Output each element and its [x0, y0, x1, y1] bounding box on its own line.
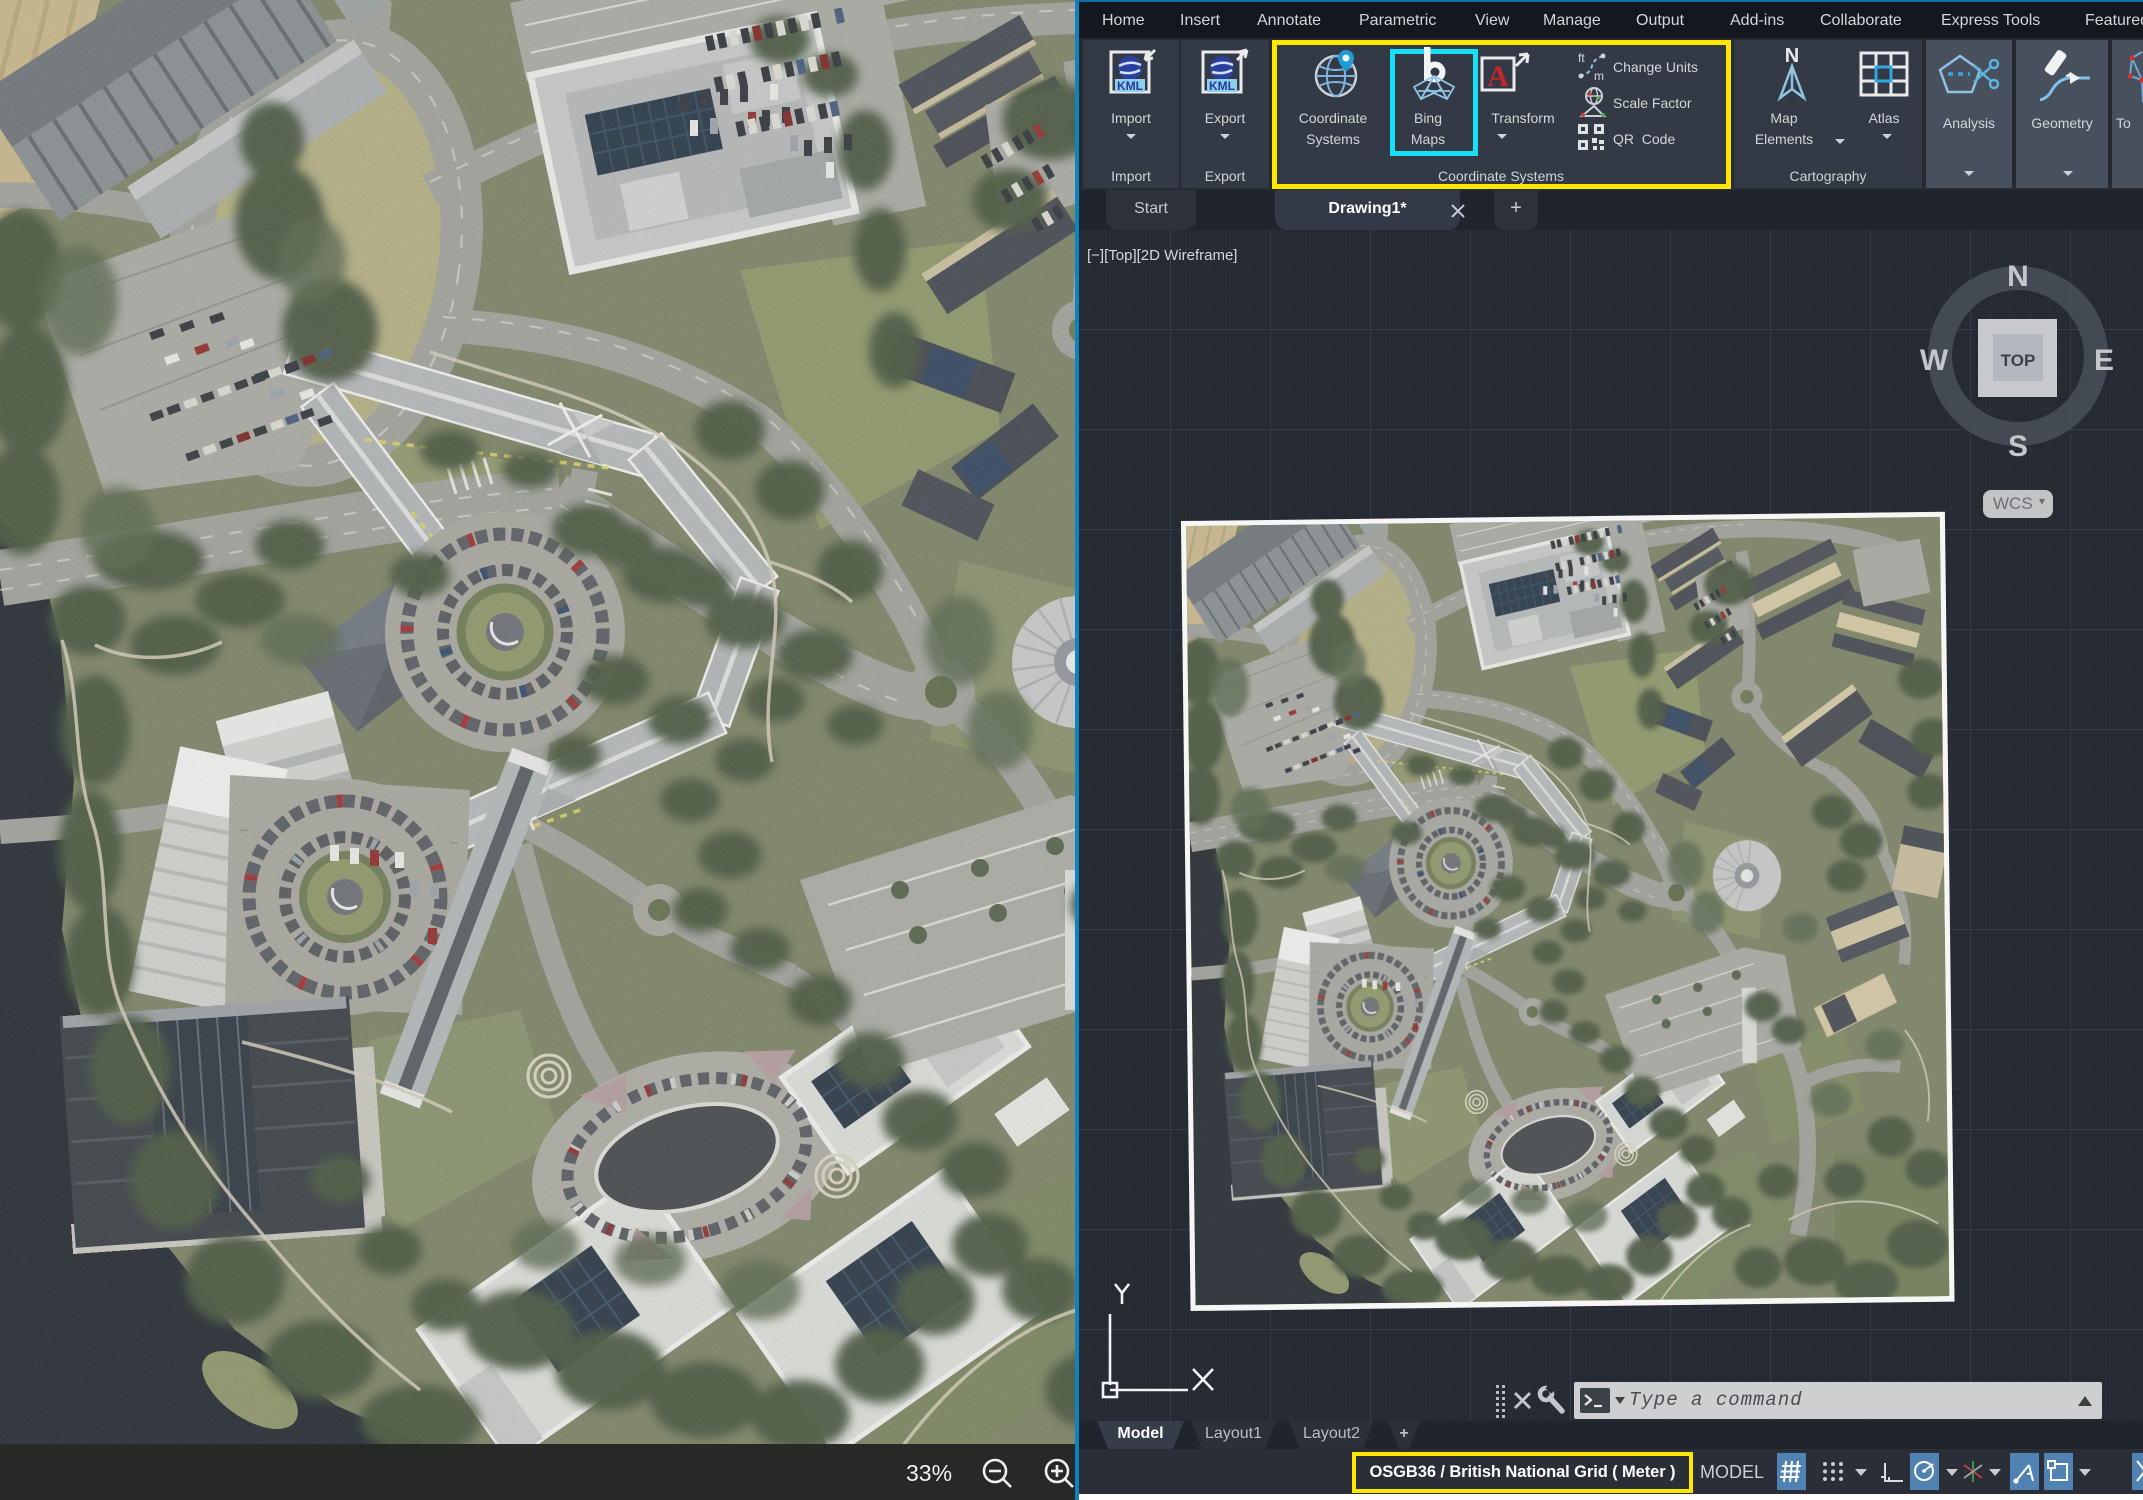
svg-text:TOP: TOP [2001, 351, 2036, 370]
svg-text:E: E [2094, 344, 2114, 377]
svg-text:ft: ft [1578, 51, 1585, 65]
svg-text:m: m [1594, 69, 1604, 82]
svg-text:KML: KML [1117, 79, 1143, 93]
svg-text:W: W [1920, 344, 1949, 377]
svg-text:A: A [1487, 60, 1509, 93]
svg-text:S: S [2008, 430, 2028, 463]
svg-text:N: N [2007, 260, 2029, 293]
svg-text:KML: KML [1209, 79, 1235, 93]
